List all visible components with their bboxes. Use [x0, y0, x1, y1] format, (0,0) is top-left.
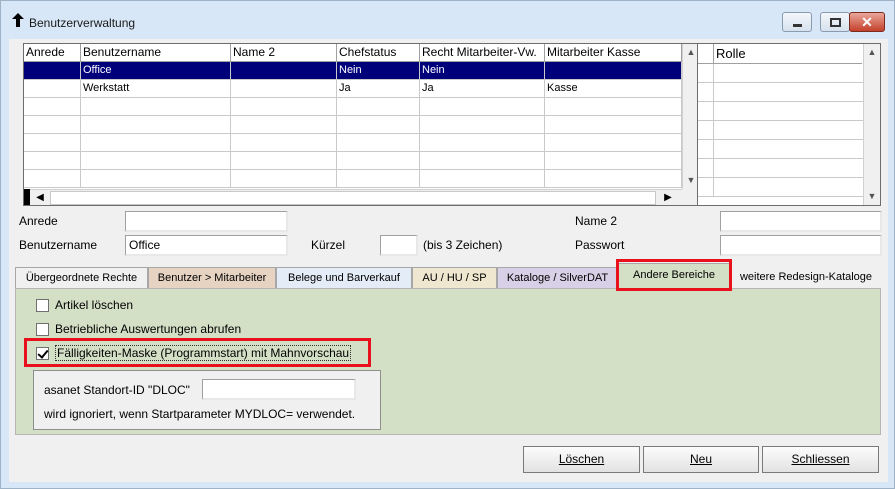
table-cell: Nein — [420, 62, 545, 80]
checkbox-label: Artikel löschen — [55, 298, 134, 312]
close-button-label: Schliessen — [791, 452, 850, 466]
client-area: Anrede Benutzername Name 2 Chefstatus Re… — [9, 39, 888, 482]
checkbox-label: Betriebliche Auswertungen abrufen — [55, 322, 242, 336]
window-title: Benutzerverwaltung — [29, 16, 136, 30]
column-header-chefstatus[interactable]: Chefstatus — [337, 44, 420, 62]
grid-body: Office Nein Nein Werkstatt Ja Ja Kasse — [24, 62, 682, 188]
checkbox-label: Fälligkeiten-Maske (Programmstart) mit M… — [55, 345, 352, 361]
list-item[interactable] — [698, 83, 863, 102]
table-cell: Ja — [337, 80, 420, 98]
column-header-name2[interactable]: Name 2 — [231, 44, 337, 62]
table-cell — [24, 80, 81, 98]
close-window-button[interactable]: ✕ — [849, 12, 885, 32]
column-header-rolle[interactable]: Rolle — [714, 44, 862, 64]
list-item[interactable] — [698, 159, 863, 178]
new-button[interactable]: Neu — [643, 446, 759, 473]
standort-field[interactable] — [202, 379, 356, 400]
new-button-label: Neu — [689, 452, 712, 466]
table-cell: Office — [81, 62, 231, 80]
standort-note: wird ignoriert, wenn Startparameter MYDL… — [44, 407, 356, 421]
scroll-left-icon[interactable]: ◀ — [32, 190, 48, 205]
list-item[interactable] — [698, 102, 863, 121]
kuerzel-field[interactable] — [380, 235, 418, 256]
name2-label: Name 2 — [575, 214, 618, 228]
scroll-down-icon[interactable]: ▼ — [864, 188, 880, 204]
close-icon: ✕ — [861, 14, 873, 30]
scroll-up-icon[interactable]: ▲ — [864, 44, 880, 60]
table-cell: Werkstatt — [81, 80, 231, 98]
checkbox-box[interactable] — [36, 322, 49, 336]
delete-button[interactable]: Löschen — [523, 446, 640, 473]
table-cell: Nein — [337, 62, 420, 80]
passwort-field[interactable] — [720, 235, 882, 256]
tab-highlight — [616, 259, 732, 291]
list-item[interactable] — [698, 64, 863, 83]
table-cell — [545, 62, 682, 80]
kuerzel-label: Kürzel — [311, 238, 346, 252]
tab-au-hu-sp[interactable]: AU / HU / SP — [412, 267, 497, 289]
checkbox-box[interactable] — [36, 298, 49, 312]
checkbox-box[interactable] — [36, 346, 49, 360]
anrede-label: Anrede — [19, 214, 58, 228]
arrow-up-icon — [12, 13, 24, 27]
table-row[interactable]: Werkstatt Ja Ja Kasse — [24, 80, 682, 98]
name2-field[interactable] — [720, 211, 882, 232]
passwort-label: Passwort — [575, 238, 625, 252]
column-header-recht-mitarbeiter[interactable]: Recht Mitarbeiter-Vw. — [420, 44, 545, 62]
tab-weitere-redesign-kataloge[interactable]: weitere Redesign-Kataloge — [730, 267, 882, 289]
scroll-down-icon[interactable]: ▼ — [683, 172, 697, 188]
benutzername-label: Benutzername — [19, 238, 98, 252]
checkbox-faelligkeiten-maske[interactable]: Fälligkeiten-Maske (Programmstart) mit M… — [36, 345, 352, 361]
empty-row — [24, 134, 682, 152]
standort-group: asanet Standort-ID "DLOC" wird ignoriert… — [33, 370, 381, 430]
user-grid[interactable]: Anrede Benutzername Name 2 Chefstatus Re… — [23, 43, 698, 206]
standort-label: asanet Standort-ID "DLOC" — [44, 383, 190, 397]
table-row[interactable]: Office Nein Nein — [24, 62, 682, 80]
table-cell: Ja — [420, 80, 545, 98]
scroll-thumb[interactable] — [50, 191, 656, 205]
empty-row — [24, 170, 682, 188]
grid-vertical-scrollbar[interactable]: ▲ ▼ — [682, 44, 697, 189]
table-cell — [231, 62, 337, 80]
minimize-icon — [793, 24, 802, 27]
empty-row — [24, 98, 682, 116]
row-marker — [24, 189, 30, 205]
empty-row — [24, 152, 682, 170]
tab-benutzer-mitarbeiter[interactable]: Benutzer > Mitarbeiter — [148, 267, 276, 289]
list-item[interactable] — [698, 178, 863, 197]
scroll-up-icon[interactable]: ▲ — [683, 44, 697, 60]
checkbox-betriebliche-auswertungen[interactable]: Betriebliche Auswertungen abrufen — [36, 321, 241, 337]
role-grid[interactable]: Rolle ▲ ▼ — [697, 43, 881, 206]
list-item[interactable] — [698, 121, 863, 140]
grid-header: Anrede Benutzername Name 2 Chefstatus Re… — [24, 44, 682, 62]
role-grid-corner — [698, 44, 714, 64]
close-button[interactable]: Schliessen — [762, 446, 879, 473]
grid-horizontal-scrollbar[interactable]: ◀ ▶ — [24, 189, 682, 205]
table-cell — [24, 62, 81, 80]
column-header-anrede[interactable]: Anrede — [24, 44, 81, 62]
empty-row — [24, 116, 682, 134]
maximize-icon — [830, 18, 841, 27]
role-vertical-scrollbar[interactable]: ▲ ▼ — [863, 44, 880, 205]
checkbox-artikel-loeschen[interactable]: Artikel löschen — [36, 297, 133, 313]
minimize-button[interactable] — [782, 12, 812, 32]
scroll-corner — [682, 189, 697, 205]
column-header-benutzername[interactable]: Benutzername — [81, 44, 231, 62]
maximize-button[interactable] — [820, 12, 850, 32]
delete-button-label: Löschen — [558, 452, 605, 466]
title-bar[interactable]: Benutzerverwaltung ✕ — [1, 1, 894, 39]
table-cell: Kasse — [545, 80, 682, 98]
column-header-mitarbeiter-kasse[interactable]: Mitarbeiter Kasse — [545, 44, 682, 62]
tab-kataloge-silverdat[interactable]: Kataloge / SilverDAT — [497, 267, 618, 289]
tab-uebergeordnete-rechte[interactable]: Übergeordnete Rechte — [15, 267, 148, 289]
benutzername-field[interactable]: Office — [125, 235, 288, 256]
anrede-field[interactable] — [125, 211, 288, 232]
scroll-right-icon[interactable]: ▶ — [660, 190, 676, 205]
app-window: Benutzerverwaltung ✕ Anrede Benutzername… — [0, 0, 895, 489]
tab-belege-barverkauf[interactable]: Belege und Barverkauf — [276, 267, 412, 289]
list-item[interactable] — [698, 140, 863, 159]
kuerzel-hint: (bis 3 Zeichen) — [423, 238, 503, 252]
table-cell — [231, 80, 337, 98]
